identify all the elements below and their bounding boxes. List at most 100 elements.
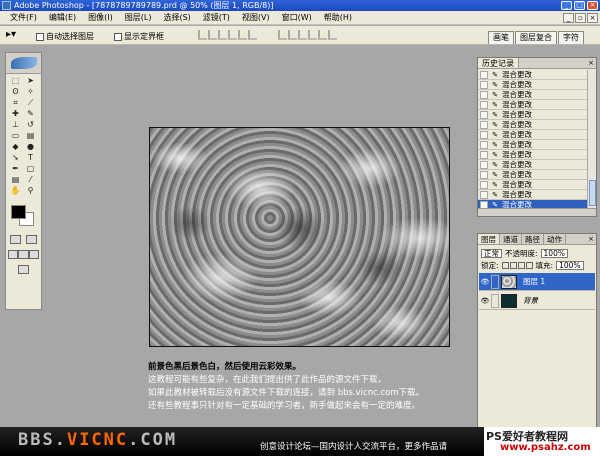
- lock-image-icon[interactable]: [509, 261, 517, 269]
- brush-tool-icon[interactable]: ✎: [24, 109, 37, 119]
- maximize-button[interactable]: □: [574, 1, 585, 10]
- lasso-tool-icon[interactable]: ʘ: [9, 87, 22, 97]
- history-snapshot-checkbox[interactable]: [480, 170, 488, 179]
- eye-icon[interactable]: 👁: [479, 297, 491, 305]
- tab-channels[interactable]: 通道: [500, 234, 522, 244]
- lock-position-icon[interactable]: [517, 261, 525, 269]
- history-snapshot-checkbox[interactable]: [480, 70, 488, 79]
- history-state-item[interactable]: ✎ 混合更改: [478, 160, 588, 170]
- distribute-bottom-icon[interactable]: [298, 30, 307, 40]
- layer-link-icon[interactable]: [491, 293, 499, 308]
- tab-paths[interactable]: 路径: [522, 234, 544, 244]
- tab-history[interactable]: 历史记录: [478, 58, 519, 68]
- toolbox-header[interactable]: [6, 53, 41, 74]
- palette-tab-layer-comps[interactable]: 图层复合: [515, 31, 557, 44]
- healing-brush-tool-icon[interactable]: ✚: [9, 109, 22, 119]
- auto-select-layer-checkbox[interactable]: 自动选择图层: [36, 31, 94, 42]
- history-state-item[interactable]: ✎ 混合更改: [478, 140, 588, 150]
- gradient-tool-icon[interactable]: ▤: [24, 131, 37, 141]
- shape-tool-icon[interactable]: ▢: [24, 164, 37, 174]
- tab-layers[interactable]: 图层: [478, 234, 500, 244]
- history-state-item[interactable]: ✎ 混合更改: [478, 130, 588, 140]
- history-snapshot-checkbox[interactable]: [480, 80, 488, 89]
- dodge-tool-icon[interactable]: ●: [24, 142, 37, 152]
- type-tool-icon[interactable]: T: [24, 153, 37, 163]
- history-snapshot-checkbox[interactable]: [480, 190, 488, 199]
- history-state-item[interactable]: ✎ 混合更改: [478, 190, 588, 200]
- move-tool-icon[interactable]: ➤: [24, 76, 37, 86]
- path-selection-tool-icon[interactable]: ➘: [9, 153, 22, 163]
- eye-icon[interactable]: 👁: [479, 278, 491, 286]
- full-screen-mode-icon[interactable]: [28, 250, 39, 259]
- history-snapshot-checkbox[interactable]: [480, 100, 488, 109]
- history-state-item[interactable]: ✎ 混合更改: [478, 110, 588, 120]
- menu-file[interactable]: 文件(F): [4, 11, 43, 25]
- distribute-center-icon[interactable]: [318, 30, 327, 40]
- align-buttons[interactable]: [198, 30, 257, 40]
- standard-mode-icon[interactable]: [10, 235, 22, 244]
- eyedropper-tool-icon[interactable]: ⁄: [24, 175, 37, 185]
- align-bottom-icon[interactable]: [218, 30, 227, 40]
- align-right-icon[interactable]: [248, 30, 257, 40]
- fill-input[interactable]: 100%: [556, 260, 584, 270]
- distribute-middle-icon[interactable]: [288, 30, 297, 40]
- menu-image[interactable]: 图像(I): [82, 11, 119, 25]
- menu-help[interactable]: 帮助(H): [318, 11, 358, 25]
- close-icon[interactable]: ×: [588, 235, 594, 243]
- distribute-right-icon[interactable]: [328, 30, 337, 40]
- jump-to-imageready-icon[interactable]: [18, 265, 29, 274]
- history-state-item[interactable]: ✎ 混合更改: [478, 120, 588, 130]
- foreground-color-swatch[interactable]: [11, 205, 26, 219]
- history-snapshot-checkbox[interactable]: [480, 140, 488, 149]
- history-snapshot-checkbox[interactable]: [480, 110, 488, 119]
- history-state-item[interactable]: ✎ 混合更改: [478, 170, 588, 180]
- history-snapshot-checkbox[interactable]: [480, 160, 488, 169]
- lock-transparency-icon[interactable]: [501, 261, 509, 269]
- doc-close-button[interactable]: ×: [587, 13, 598, 23]
- history-snapshot-checkbox[interactable]: [480, 180, 488, 189]
- notes-tool-icon[interactable]: ▤: [9, 175, 22, 185]
- history-scrollbar[interactable]: [587, 70, 596, 210]
- blend-mode-select[interactable]: 正常: [481, 248, 502, 258]
- align-center-icon[interactable]: [238, 30, 247, 40]
- slice-tool-icon[interactable]: ⟋: [24, 98, 37, 108]
- menu-view[interactable]: 视图(V): [236, 11, 276, 25]
- crop-tool-icon[interactable]: ⌗: [9, 98, 22, 108]
- history-snapshot-checkbox[interactable]: [480, 130, 488, 139]
- align-left-icon[interactable]: [228, 30, 237, 40]
- magic-wand-tool-icon[interactable]: ✧: [24, 87, 37, 97]
- distribute-buttons[interactable]: [278, 30, 337, 40]
- tab-actions[interactable]: 动作: [544, 234, 566, 244]
- history-brush-tool-icon[interactable]: ↺: [24, 120, 37, 130]
- close-icon[interactable]: ×: [588, 59, 594, 67]
- align-middle-icon[interactable]: [208, 30, 217, 40]
- layer-link-icon[interactable]: [491, 274, 499, 289]
- layer-row-layer1[interactable]: 👁 图层 1: [479, 273, 595, 291]
- eraser-tool-icon[interactable]: ▭: [9, 131, 22, 141]
- menu-select[interactable]: 选择(S): [157, 11, 196, 25]
- history-state-item[interactable]: ✎ 混合更改: [478, 90, 588, 100]
- distribute-top-icon[interactable]: [278, 30, 287, 40]
- layer-row-background[interactable]: 👁 背景: [479, 292, 595, 310]
- document-canvas-clouds[interactable]: [149, 127, 450, 347]
- distribute-left-icon[interactable]: [308, 30, 317, 40]
- history-state-item[interactable]: ✎ 混合更改: [478, 180, 588, 190]
- palette-tab-character[interactable]: 字符: [558, 31, 584, 44]
- history-state-item[interactable]: ✎ 混合更改: [478, 70, 588, 80]
- menu-filter[interactable]: 滤镜(T): [197, 11, 236, 25]
- history-snapshot-checkbox[interactable]: [480, 90, 488, 99]
- marquee-tool-icon[interactable]: ⬚: [9, 76, 22, 86]
- blur-tool-icon[interactable]: ◆: [9, 142, 22, 152]
- quick-mask-mode-icon[interactable]: [25, 235, 37, 244]
- menu-edit[interactable]: 编辑(E): [43, 11, 82, 25]
- history-snapshot-checkbox[interactable]: [480, 150, 488, 159]
- clone-stamp-tool-icon[interactable]: ⊥: [9, 120, 22, 130]
- align-top-icon[interactable]: [198, 30, 207, 40]
- menu-layer[interactable]: 图层(L): [119, 11, 158, 25]
- history-state-item[interactable]: ✎ 混合更改: [478, 100, 588, 110]
- menu-window[interactable]: 窗口(W): [276, 11, 318, 25]
- opacity-input[interactable]: 100%: [540, 248, 568, 258]
- close-button[interactable]: ×: [587, 1, 598, 10]
- pen-tool-icon[interactable]: ✒: [9, 164, 22, 174]
- scrollbar-thumb[interactable]: [589, 180, 596, 206]
